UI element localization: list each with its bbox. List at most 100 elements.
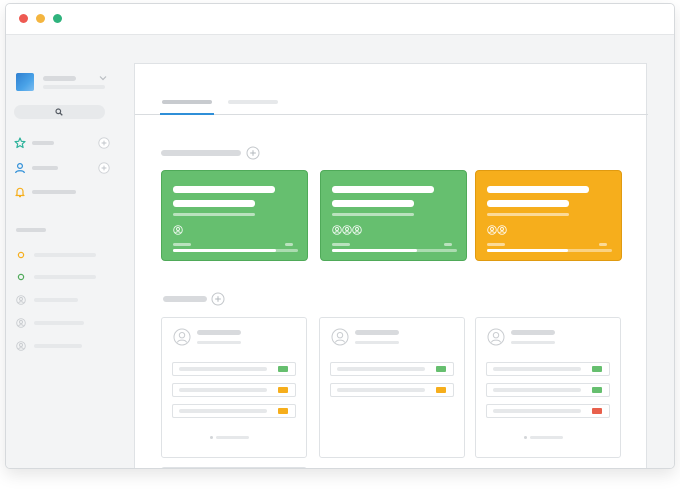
- sidebar-list-item[interactable]: [16, 340, 116, 352]
- user-avatar-icon: [16, 318, 26, 328]
- panel-footer: [530, 436, 563, 439]
- person-panel[interactable]: [319, 317, 465, 458]
- section-heading-1: [161, 150, 241, 156]
- user-avatar-icon: [497, 225, 507, 235]
- card-title-line-1: [173, 186, 275, 193]
- user-avatar-icon: [487, 328, 505, 346]
- app-body: [6, 35, 674, 468]
- sidebar-list-label: [34, 298, 78, 302]
- status-badge: [592, 408, 602, 414]
- panel-name: [355, 330, 399, 335]
- card-progress-bar: [487, 249, 612, 252]
- workspace-logo: [16, 73, 34, 91]
- zoom-window-button[interactable]: [53, 14, 62, 23]
- sidebar-section-heading: [16, 228, 46, 232]
- task-row[interactable]: [486, 404, 610, 418]
- pagination-dot: [524, 436, 527, 439]
- task-row[interactable]: [172, 383, 296, 397]
- card-meta-left: [487, 243, 505, 246]
- task-row-label: [493, 388, 581, 392]
- card-meta-left: [173, 243, 191, 246]
- task-row[interactable]: [486, 383, 610, 397]
- card-title-line-1: [487, 186, 589, 193]
- user-avatar-icon: [16, 341, 26, 351]
- star-icon: [14, 137, 26, 149]
- main-content: [134, 63, 648, 468]
- plus-circle-icon[interactable]: [211, 292, 225, 306]
- card-meta-right: [285, 243, 293, 246]
- user-avatar-icon: [16, 295, 26, 305]
- card-meta-right: [599, 243, 607, 246]
- user-avatar-icon: [173, 225, 183, 235]
- status-badge: [592, 387, 602, 393]
- task-row[interactable]: [172, 404, 296, 418]
- status-badge: [436, 387, 446, 393]
- user-avatar-icon: [331, 328, 349, 346]
- project-card[interactable]: [475, 170, 622, 261]
- sidebar: [6, 35, 133, 468]
- card-subtitle: [173, 213, 255, 216]
- sidebar-list-item[interactable]: [16, 317, 116, 329]
- project-card[interactable]: [161, 170, 308, 261]
- plus-circle-icon[interactable]: [98, 162, 110, 174]
- sidebar-list-label: [34, 321, 84, 325]
- task-row-label: [337, 388, 425, 392]
- sidebar-nav-label: [32, 190, 76, 194]
- card-progress-bar: [332, 249, 457, 252]
- card-progress-fill: [173, 249, 276, 252]
- user-avatar-icon: [332, 225, 342, 235]
- card-meta-left: [332, 243, 350, 246]
- workspace-switcher[interactable]: [16, 73, 111, 95]
- task-row[interactable]: [172, 362, 296, 376]
- task-row-label: [493, 367, 581, 371]
- user-icon: [14, 162, 26, 174]
- plus-circle-icon[interactable]: [246, 146, 260, 160]
- sidebar-nav-item[interactable]: [14, 185, 124, 199]
- task-row[interactable]: [330, 362, 454, 376]
- app-window: [5, 3, 675, 469]
- plus-circle-icon[interactable]: [98, 137, 110, 149]
- task-row-label: [337, 367, 425, 371]
- person-panel[interactable]: [161, 317, 307, 458]
- panel-footer: [216, 436, 249, 439]
- project-card[interactable]: [320, 170, 467, 261]
- section-heading-2: [163, 296, 207, 302]
- workspace-name: [43, 76, 76, 81]
- tab-inactive[interactable]: [228, 97, 282, 113]
- sidebar-nav-item[interactable]: [14, 136, 124, 150]
- bell-icon: [14, 186, 26, 198]
- title-bar: [6, 4, 674, 35]
- card-title-line-2: [332, 200, 414, 207]
- card-progress-bar: [173, 249, 298, 252]
- task-row[interactable]: [330, 383, 454, 397]
- sidebar-nav-label: [32, 141, 54, 145]
- person-panel[interactable]: [475, 317, 621, 458]
- status-badge: [278, 366, 288, 372]
- card-progress-fill: [332, 249, 417, 252]
- user-avatar-icon: [342, 225, 352, 235]
- card-title-line-1: [332, 186, 434, 193]
- sidebar-list-label: [34, 275, 96, 279]
- chevron-down-icon: [99, 75, 107, 81]
- pagination-dot: [210, 436, 213, 439]
- circle-icon: [17, 251, 25, 259]
- minimize-window-button[interactable]: [36, 14, 45, 23]
- sidebar-nav-item[interactable]: [14, 161, 124, 175]
- search-icon: [55, 108, 63, 116]
- close-window-button[interactable]: [19, 14, 28, 23]
- tab-active[interactable]: [160, 97, 214, 113]
- status-badge: [278, 408, 288, 414]
- task-row-label: [179, 388, 267, 392]
- card-title-line-2: [173, 200, 255, 207]
- search-input[interactable]: [14, 105, 105, 119]
- task-row[interactable]: [486, 362, 610, 376]
- sidebar-list-item[interactable]: [16, 271, 116, 283]
- panel-name: [197, 330, 241, 335]
- status-badge: [278, 387, 288, 393]
- active-tab-indicator: [160, 113, 214, 115]
- sidebar-list-item[interactable]: [16, 249, 116, 261]
- panel-name: [511, 330, 555, 335]
- sidebar-list-label: [34, 344, 82, 348]
- card-meta-right: [444, 243, 452, 246]
- sidebar-list-item[interactable]: [16, 294, 116, 306]
